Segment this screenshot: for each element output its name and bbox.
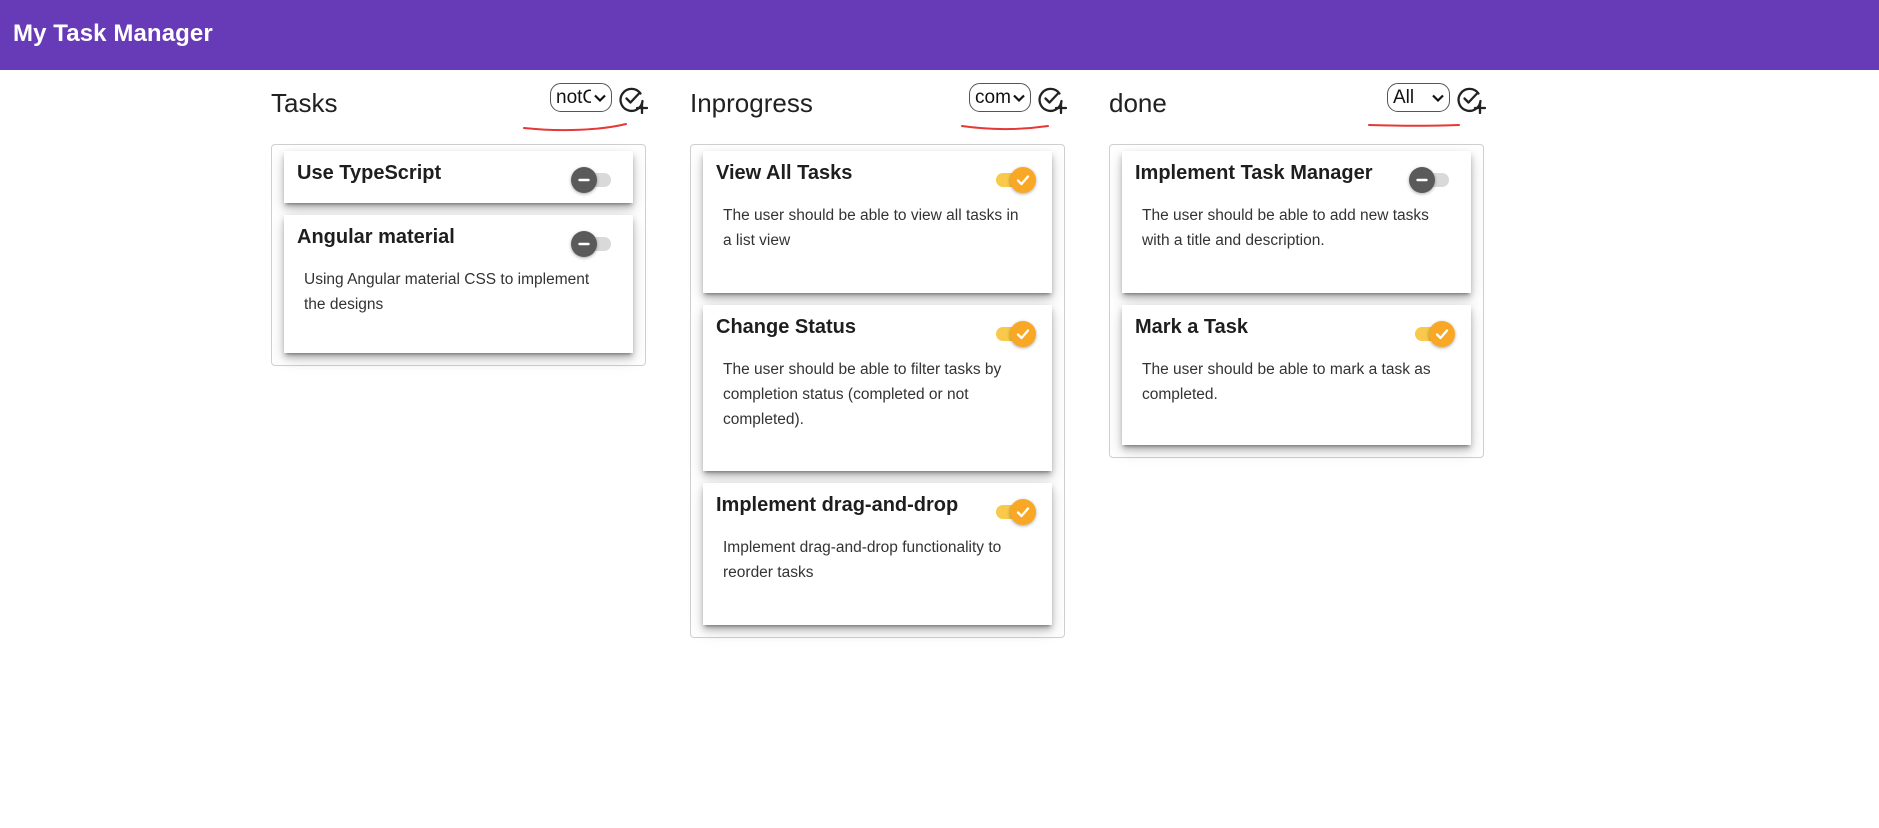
task-description: The user should be able to add new tasks… (1142, 207, 1429, 249)
task-description: Implement drag-and-drop functionality to… (723, 539, 1002, 581)
toggle-thumb (571, 231, 597, 257)
column-header: Tasks notC (271, 70, 648, 144)
task-status-toggle[interactable] (990, 165, 1036, 193)
column-tasks: Tasks notC Use TypeScript (271, 70, 648, 366)
task-card[interactable]: Mark a Task The user should be able to m… (1122, 305, 1471, 445)
toggle-thumb (1010, 167, 1036, 193)
task-list: Use TypeScript Angular material Using An… (271, 144, 646, 366)
minus-icon (578, 178, 590, 182)
task-card[interactable]: Angular material Using Angular material … (284, 215, 633, 353)
toggle-thumb (1010, 499, 1036, 525)
task-board: Tasks notC Use TypeScript (0, 70, 1879, 828)
task-card[interactable]: Use TypeScript (284, 151, 633, 203)
task-card[interactable]: Implement drag-and-drop Implement drag-a… (703, 483, 1052, 625)
check-icon (1016, 507, 1030, 518)
task-list: View All Tasks The user should be able t… (690, 144, 1065, 638)
task-description: The user should be able to mark a task a… (1142, 361, 1431, 403)
app-toolbar: My Task Manager (0, 0, 1879, 70)
minus-icon (1416, 178, 1428, 182)
task-description: The user should be able to filter tasks … (723, 361, 1002, 428)
red-underline-annotation (1368, 124, 1460, 127)
task-status-toggle[interactable] (571, 165, 617, 193)
column-inprogress: Inprogress com View All Tasks The user s… (690, 70, 1067, 638)
status-filter-value: notC (556, 86, 591, 108)
status-filter-select[interactable]: All (1387, 83, 1450, 112)
red-underline-annotation (523, 123, 627, 132)
toggle-thumb (1429, 321, 1455, 347)
app-title: My Task Manager (13, 20, 213, 47)
task-description: The user should be able to view all task… (723, 207, 1019, 249)
task-status-toggle[interactable] (990, 497, 1036, 525)
column-title: done (1109, 88, 1167, 118)
check-icon (1435, 329, 1449, 340)
column-header: done All (1109, 70, 1486, 144)
status-filter-value: All (1393, 86, 1415, 108)
task-status-toggle[interactable] (1409, 165, 1455, 193)
column-done: done All Implement Task Manager The user… (1109, 70, 1486, 458)
task-status-toggle[interactable] (1409, 319, 1455, 347)
column-title: Inprogress (690, 88, 813, 118)
red-underline-annotation (961, 125, 1049, 130)
toggle-thumb (1010, 321, 1036, 347)
task-card[interactable]: Change Status The user should be able to… (703, 305, 1052, 471)
task-list: Implement Task Manager The user should b… (1109, 144, 1484, 458)
task-status-toggle[interactable] (571, 229, 617, 257)
column-title: Tasks (271, 88, 338, 118)
task-card[interactable]: Implement Task Manager The user should b… (1122, 151, 1471, 293)
task-description: Using Angular material CSS to implement … (304, 271, 590, 313)
status-filter-select[interactable]: notC (550, 83, 612, 112)
chevron-down-icon (594, 94, 606, 102)
column-header: Inprogress com (690, 70, 1067, 144)
status-filter-select[interactable]: com (969, 83, 1031, 112)
chevron-down-icon (1432, 94, 1444, 102)
status-filter-value: com (975, 86, 1010, 108)
minus-icon (578, 242, 590, 246)
task-card[interactable]: View All Tasks The user should be able t… (703, 151, 1052, 293)
check-icon (1016, 329, 1030, 340)
check-icon (1016, 175, 1030, 186)
task-status-toggle[interactable] (990, 319, 1036, 347)
chevron-down-icon (1013, 94, 1025, 102)
toggle-thumb (1409, 167, 1435, 193)
toggle-thumb (571, 167, 597, 193)
